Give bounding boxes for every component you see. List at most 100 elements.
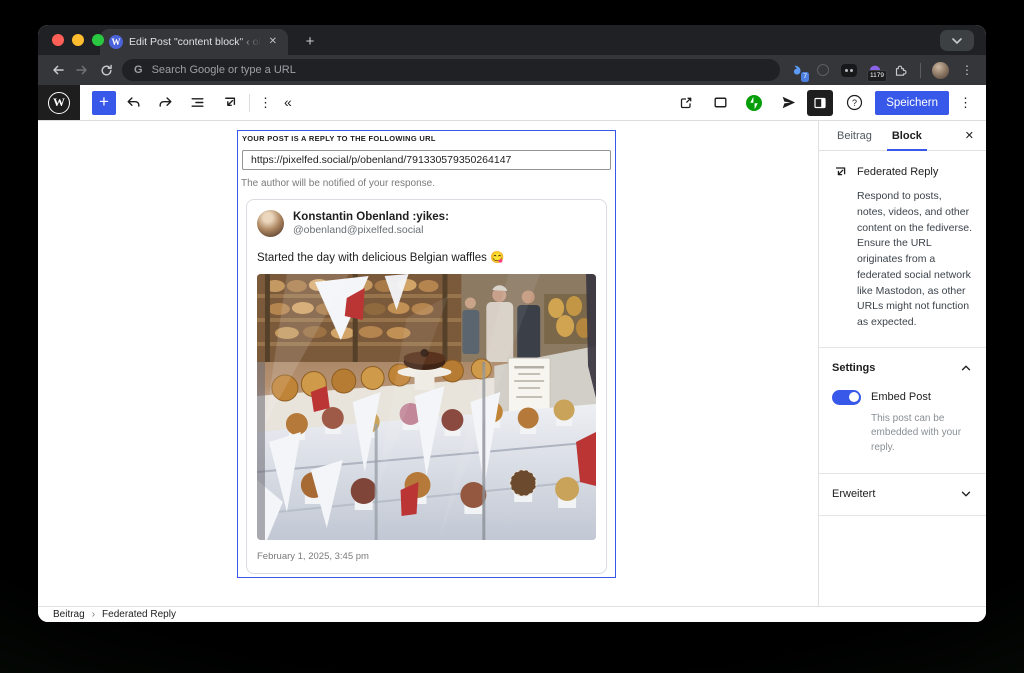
wordpress-logo-icon: W (48, 92, 70, 114)
reload-button[interactable] (94, 58, 118, 82)
tab-title: Edit Post "content block" ‹ ob (129, 36, 261, 48)
tab-search-chevron-button[interactable] (940, 30, 974, 51)
settings-panel-header[interactable]: Settings (832, 361, 973, 375)
back-arrow-icon (50, 62, 66, 78)
settings-panel-title: Settings (832, 362, 875, 374)
window-controls (52, 34, 104, 46)
reply-block-icon (221, 94, 238, 111)
post-author-row: Konstantin Obenland :yikes: @obenland@pi… (257, 210, 596, 238)
undo-button[interactable] (118, 88, 148, 118)
block-options-button[interactable]: ⋮ (255, 95, 276, 111)
editor-body: YOUR POST IS A REPLY TO THE FOLLOWING UR… (38, 121, 986, 606)
settings-sidebar: Beitrag Block ✕ Federated Reply Respond … (818, 121, 986, 606)
forward-button[interactable] (70, 58, 94, 82)
extension-paused-button[interactable] (814, 62, 831, 79)
block-card-section: Federated Reply Respond to posts, notes,… (819, 151, 986, 348)
reload-icon (99, 63, 114, 78)
forward-arrow-icon (74, 62, 90, 78)
block-card-title: Federated Reply (857, 166, 938, 178)
block-inserter-button[interactable]: + (92, 91, 116, 115)
address-bar[interactable]: G (122, 59, 780, 81)
breadcrumb-separator-icon: › (92, 609, 95, 620)
wordpress-admin-button[interactable]: W (38, 85, 80, 120)
preview-device-button[interactable] (705, 88, 735, 118)
external-link-icon (678, 95, 694, 111)
address-input[interactable] (152, 64, 768, 76)
jetpack-boost-button[interactable] (739, 88, 769, 118)
tab-close-icon[interactable]: ✕ (267, 35, 279, 49)
close-sidebar-button[interactable]: ✕ (957, 124, 982, 147)
author-name: Konstantin Obenland :yikes: (293, 210, 449, 224)
paper-plane-icon (780, 94, 797, 111)
author-meta: Konstantin Obenland :yikes: @obenland@pi… (293, 210, 449, 238)
extension-blue-button[interactable]: 7 (788, 62, 805, 79)
profile-avatar[interactable] (932, 62, 949, 79)
tab-block[interactable]: Block (882, 121, 932, 150)
back-button[interactable] (46, 58, 70, 82)
bakery-display-image (257, 274, 596, 540)
new-tab-button[interactable]: + (300, 33, 320, 50)
editor-canvas[interactable]: YOUR POST IS A REPLY TO THE FOLLOWING UR… (38, 121, 818, 606)
save-button[interactable]: Speichern (875, 91, 949, 115)
extension-badge: 7 (801, 72, 809, 82)
list-view-icon (189, 94, 206, 111)
jetpack-icon (745, 94, 763, 112)
redo-icon (157, 94, 174, 111)
editor-actions: ? Speichern ⋮ (669, 88, 986, 118)
author-avatar (257, 210, 284, 237)
browser-toolbar: G 7 1179 (38, 55, 986, 85)
author-handle: @obenland@pixelfed.social (293, 224, 449, 237)
federated-reply-block[interactable]: YOUR POST IS A REPLY TO THE FOLLOWING UR… (237, 130, 616, 578)
desktop-preview-icon (712, 94, 729, 111)
breadcrumb-root[interactable]: Beitrag (53, 609, 85, 620)
minimize-window-button[interactable] (72, 34, 84, 46)
close-window-button[interactable] (52, 34, 64, 46)
extension-area: 7 1179 ⋮ (788, 62, 978, 79)
embedded-post-card: Konstantin Obenland :yikes: @obenland@pi… (246, 199, 607, 574)
browser-tab[interactable]: W Edit Post "content block" ‹ ob ✕ (100, 29, 288, 55)
sidebar-panel-icon (812, 95, 828, 111)
post-text: Started the day with delicious Belgian w… (257, 250, 596, 264)
extensions-menu-button[interactable] (892, 62, 909, 79)
collapse-button[interactable]: « (276, 94, 300, 112)
extension-darkbox-button[interactable] (840, 62, 857, 79)
chevron-up-icon (959, 361, 973, 375)
advanced-panel-title: Erweitert (832, 488, 875, 500)
share-publish-button[interactable] (773, 88, 803, 118)
paused-circle-icon (817, 64, 829, 76)
help-button[interactable]: ? (839, 88, 869, 118)
chevron-down-icon (951, 37, 963, 45)
svg-text:?: ? (852, 98, 857, 108)
settings-sidebar-toggle[interactable] (807, 90, 833, 116)
sidebar-tabs: Beitrag Block ✕ (819, 121, 986, 151)
browser-menu-button[interactable]: ⋮ (958, 64, 976, 76)
toolbar-divider (249, 94, 250, 112)
federated-reply-tool-button[interactable] (214, 88, 244, 118)
editor-options-button[interactable]: ⋮ (955, 95, 976, 111)
tab-beitrag[interactable]: Beitrag (827, 121, 882, 150)
extension-badge: 1179 (867, 70, 887, 82)
reply-url-input[interactable] (242, 150, 611, 170)
breadcrumb-current[interactable]: Federated Reply (102, 609, 176, 620)
desktop: { "browser": { "tab": { "title": "Edit P… (0, 0, 1024, 673)
reply-block-icon (832, 164, 848, 180)
advanced-panel: Erweitert (819, 474, 986, 516)
advanced-panel-header[interactable]: Erweitert (832, 487, 973, 501)
undo-icon (125, 94, 142, 111)
view-post-button[interactable] (671, 88, 701, 118)
help-icon: ? (846, 94, 863, 111)
embed-post-help: This post can be embedded with your repl… (871, 412, 969, 456)
embed-post-toggle[interactable] (832, 390, 861, 405)
embed-post-row: Embed Post (832, 390, 973, 405)
puzzle-icon (893, 63, 908, 78)
settings-panel: Settings Embed Post This post can be emb… (819, 348, 986, 475)
notify-notice: The author will be notified of your resp… (238, 170, 615, 189)
document-overview-button[interactable] (182, 88, 212, 118)
redo-button[interactable] (150, 88, 180, 118)
post-date: February 1, 2025, 3:45 pm (257, 551, 596, 562)
google-g-icon: G (134, 64, 143, 76)
block-card-description: Respond to posts, notes, videos, and oth… (857, 189, 973, 331)
extension-purple-button[interactable]: 1179 (866, 62, 883, 79)
zoom-window-button[interactable] (92, 34, 104, 46)
tab-strip: W Edit Post "content block" ‹ ob ✕ + (38, 25, 986, 55)
